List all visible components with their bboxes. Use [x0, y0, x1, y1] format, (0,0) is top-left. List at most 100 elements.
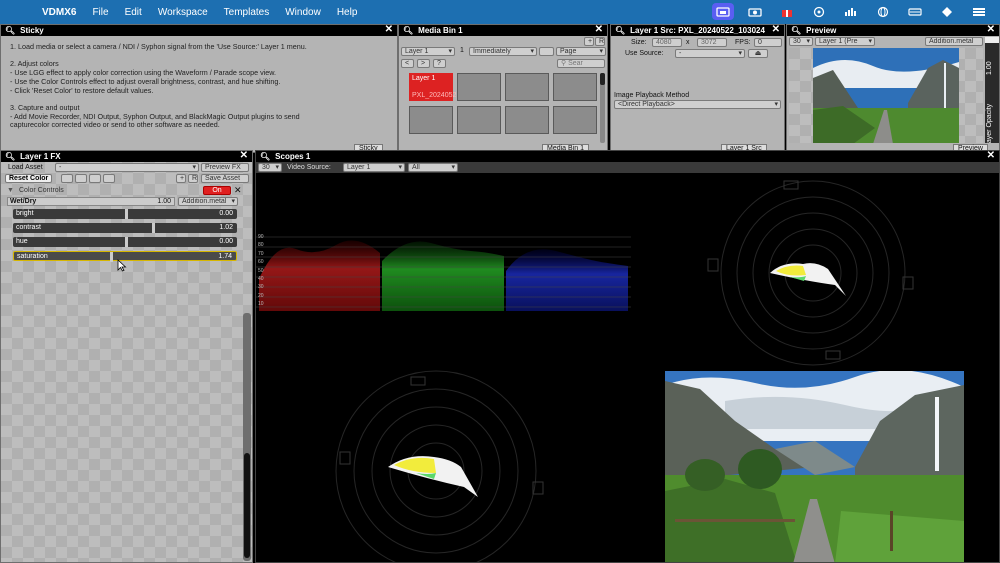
camera-icon[interactable] — [744, 3, 766, 20]
gift-icon[interactable] — [776, 3, 798, 20]
collapse-triangle-icon[interactable]: ▼ — [7, 187, 14, 194]
media-bin-page-select[interactable]: Page — [556, 47, 606, 56]
media-bin-plus-button[interactable]: + — [584, 37, 594, 46]
preview-blend-select[interactable]: Addition.metal — [925, 37, 983, 46]
width-field[interactable]: 4080 — [652, 38, 682, 47]
save-asset-button[interactable]: Save Asset — [201, 174, 249, 183]
stack-icon[interactable] — [968, 3, 990, 20]
media-bin-clip-slot[interactable] — [505, 106, 549, 134]
image-scope-landscape — [665, 371, 964, 562]
load-asset-select[interactable]: - — [55, 163, 199, 172]
slider-knob[interactable] — [152, 223, 155, 233]
search-icon[interactable]: 🔍︎ — [791, 26, 801, 35]
media-bin-search-input[interactable]: ⚲ Sear — [557, 59, 605, 68]
axis-tick: 50 — [258, 267, 264, 274]
search-icon[interactable]: 🔍︎ — [5, 26, 15, 35]
media-bin-clip-slot[interactable] — [505, 73, 549, 101]
slider-knob[interactable] — [110, 252, 113, 262]
use-source-select[interactable]: - — [675, 49, 745, 58]
search-icon[interactable]: 🔍︎ — [403, 26, 413, 35]
sticky-note-text[interactable]: 1. Load media or select a camera / NDI /… — [10, 42, 390, 130]
screen-share-icon[interactable] — [712, 3, 734, 20]
media-bin-next-button[interactable]: > — [417, 59, 430, 68]
search-icon[interactable]: 🔍︎ — [615, 26, 625, 35]
openai-icon[interactable] — [808, 3, 830, 20]
preview-title-bar[interactable]: 🔍︎ Preview ✕ — [787, 25, 999, 36]
axis-tick: 70 — [258, 250, 264, 257]
close-icon[interactable]: ✕ — [595, 25, 603, 35]
slider-bright[interactable]: bright 0.00 — [13, 209, 237, 219]
media-bin-spacer-button[interactable] — [539, 47, 554, 56]
slider-knob[interactable] — [125, 209, 128, 219]
menu-templates[interactable]: Templates — [224, 7, 270, 18]
fx-blend-select[interactable]: Addition.metal — [178, 197, 238, 206]
drive-icon[interactable] — [904, 3, 926, 20]
wet-dry-slider[interactable]: Wet/Dry 1.00 — [7, 197, 175, 206]
sticky-title-bar[interactable]: 🔍︎ Sticky ✕ — [1, 25, 397, 36]
preview-fx-button[interactable]: Preview FX — [201, 163, 249, 172]
media-bin-scrollbar[interactable] — [600, 73, 605, 143]
diamond-icon[interactable] — [936, 3, 958, 20]
axis-tick: 30 — [258, 284, 264, 291]
fx-r-button[interactable]: R — [188, 174, 198, 183]
media-bin-clip-slot[interactable] — [553, 73, 597, 101]
close-icon[interactable]: ✕ — [987, 25, 995, 35]
media-bin-layer-select[interactable]: Layer 1 — [401, 47, 455, 56]
media-bin-help-button[interactable]: ? — [433, 59, 446, 68]
layer-fx-title-bar[interactable]: 🔍︎ Layer 1 FX ✕ — [1, 151, 252, 162]
fx-plus-button[interactable]: + — [176, 174, 186, 183]
image-playback-select[interactable]: <Direct Playback> — [614, 100, 781, 109]
search-icon[interactable]: 🔍︎ — [5, 152, 15, 161]
scope-channel-select[interactable]: All — [408, 163, 458, 172]
menu-help[interactable]: Help — [337, 7, 358, 18]
close-icon[interactable]: ✕ — [240, 151, 248, 161]
fx-toolbar-button[interactable] — [89, 174, 101, 183]
media-bin-r-button[interactable]: R — [595, 37, 605, 46]
fx-toolbar-button[interactable] — [61, 174, 73, 183]
media-bin-clip-active[interactable]: Layer 1 PXL_2024052 — [409, 73, 456, 101]
slider-hue[interactable]: hue 0.00 — [13, 237, 237, 247]
layer-src-title-bar[interactable]: 🔍︎ Layer 1 Src: PXL_20240522_103024 ✕ — [611, 25, 784, 36]
media-bin-clip-slot[interactable] — [457, 73, 501, 101]
menu-file[interactable]: File — [92, 7, 108, 18]
scopes-fps-select[interactable]: 30 — [258, 163, 282, 172]
menu-workspace[interactable]: Workspace — [158, 7, 208, 18]
media-bin-clip-slot[interactable] — [457, 106, 501, 134]
media-bin-playback-select[interactable]: Immediately — [469, 47, 537, 56]
slider-knob[interactable] — [125, 237, 128, 247]
menu-edit[interactable]: Edit — [125, 7, 142, 18]
media-bin-clip-slot[interactable] — [553, 106, 597, 134]
menu-app-name[interactable]: VDMX6 — [42, 7, 76, 18]
layer-opacity-handle[interactable] — [985, 37, 999, 43]
close-icon[interactable]: ✕ — [234, 185, 242, 196]
preview-fps-select[interactable]: 30 — [789, 37, 813, 46]
search-icon[interactable]: 🔍︎ — [260, 152, 270, 161]
fx-toolbar-button[interactable] — [103, 174, 115, 183]
fx-scrollbar[interactable] — [243, 313, 251, 561]
preview-layer-select[interactable]: Layer 1 (Pre — [815, 37, 875, 46]
media-bin-title-bar[interactable]: 🔍︎ Media Bin 1 ✕ — [399, 25, 607, 36]
close-icon[interactable]: ✕ — [987, 151, 995, 161]
fx-toolbar-button[interactable] — [75, 174, 87, 183]
eject-button[interactable]: ⏏ — [748, 49, 768, 58]
close-icon[interactable]: ✕ — [385, 25, 393, 35]
height-field[interactable]: 3072 — [697, 38, 727, 47]
menu-bar: VDMX6 File Edit Workspace Templates Wind… — [0, 0, 1000, 24]
globe-icon[interactable] — [872, 3, 894, 20]
layer-fx-panel: 🔍︎ Layer 1 FX ✕ Load Asset - Preview FX … — [0, 150, 253, 563]
fx-scrollbar-thumb[interactable] — [244, 453, 250, 558]
layer-opacity-slider[interactable]: 1.00 Layer Opacity — [985, 37, 999, 152]
video-source-select[interactable]: Layer 1 — [343, 163, 405, 172]
media-bin-prev-button[interactable]: < — [401, 59, 414, 68]
menu-window[interactable]: Window — [285, 7, 321, 18]
size-x-label: x — [686, 39, 690, 46]
color-controls-on-toggle[interactable]: On — [203, 186, 231, 195]
close-icon[interactable]: ✕ — [771, 25, 780, 35]
fps-field[interactable]: 0 — [754, 38, 782, 47]
wet-dry-label: Wet/Dry — [10, 198, 37, 205]
slider-contrast[interactable]: contrast 1.02 — [13, 223, 237, 233]
reset-color-button[interactable]: Reset Color — [5, 174, 52, 183]
audio-meter-icon[interactable] — [840, 3, 862, 20]
media-bin-clip-slot[interactable] — [409, 106, 453, 134]
scopes-title-bar[interactable]: 🔍︎ Scopes 1 ✕ — [256, 151, 999, 162]
